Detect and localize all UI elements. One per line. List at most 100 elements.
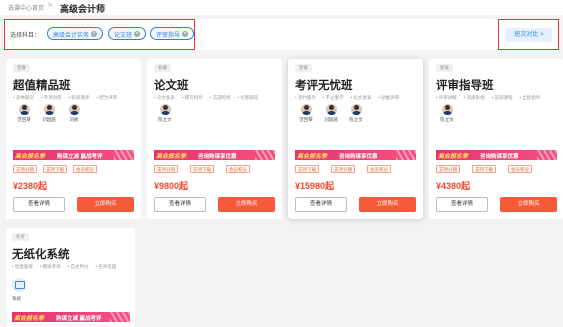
teacher[interactable]: 陈立文 bbox=[436, 104, 458, 123]
compare-button[interactable]: 班次对比 > bbox=[506, 28, 552, 42]
pill: 支持下载 bbox=[295, 165, 319, 173]
buy-now-button[interactable]: 立即购买 bbox=[77, 197, 134, 212]
course-card: 机考 无纸化系统 • 智能题库 • 模拟考场 • 自主判分 • 名师答疑 系统 高会报… bbox=[6, 228, 135, 327]
chip-label: 高级会计实务 bbox=[53, 33, 90, 39]
card-features: • 论文发表 • 撰写指导 • 沉浸检测 • 论重题选 bbox=[154, 95, 265, 101]
feature: • 评审讲解 bbox=[436, 95, 457, 100]
card-features: • 多种题次 • 专项训练 • 阶段测评 • 配为评审 bbox=[13, 95, 124, 101]
chip-thesis[interactable]: 论文班 × bbox=[108, 27, 147, 40]
feature: • 名师答疑 bbox=[95, 264, 117, 269]
monitor-icon bbox=[12, 278, 26, 292]
teacher-avatar bbox=[18, 104, 30, 115]
banner-title: 高会报名季 bbox=[297, 154, 328, 160]
view-details-button[interactable]: 查看详情 bbox=[13, 197, 65, 212]
chip-label: 论文班 bbox=[114, 33, 133, 39]
banner-decoration bbox=[396, 150, 416, 160]
teacher-name: 刘超越 bbox=[324, 117, 338, 122]
promo-banner[interactable]: 高会报名季 咨询购课享优惠 bbox=[436, 150, 557, 160]
buy-now-button[interactable]: 立即购买 bbox=[359, 197, 416, 212]
chip-advanced-accounting[interactable]: 高级会计实务 × bbox=[47, 27, 104, 40]
card-title[interactable]: 无纸化系统 bbox=[12, 246, 70, 262]
banner-decoration bbox=[114, 150, 134, 160]
teacher-avatar bbox=[350, 104, 362, 115]
feature: • 模拟考场 bbox=[39, 264, 61, 269]
card-title[interactable]: 评审指导班 bbox=[436, 77, 494, 93]
banner-decoration bbox=[110, 312, 130, 322]
card-tag: 套餐 bbox=[295, 64, 312, 72]
teacher[interactable]: 范回莘 bbox=[295, 104, 317, 123]
banner-title: 高会报名季 bbox=[14, 316, 45, 322]
view-details-button[interactable]: 查看详情 bbox=[436, 197, 488, 212]
close-icon[interactable]: × bbox=[182, 31, 189, 37]
teacher-avatar bbox=[441, 104, 453, 115]
filter-label: 选择科目： bbox=[10, 33, 41, 39]
feature: • 论重题选 bbox=[237, 95, 259, 100]
pill: 会员积分 bbox=[367, 165, 391, 173]
feature: • 论文发表 bbox=[154, 95, 175, 100]
teacher-avatar bbox=[159, 104, 171, 115]
feature: • 自主判分 bbox=[67, 264, 89, 269]
pill: 会员积分 bbox=[226, 165, 250, 173]
pill: 支持下载 bbox=[43, 165, 67, 173]
teacher[interactable]: 陈立文 bbox=[154, 104, 176, 123]
teacher[interactable]: 刘超越 bbox=[320, 104, 342, 123]
banner-text: 咨询购课享优惠 bbox=[339, 153, 378, 160]
pill: 支持分期 bbox=[436, 165, 460, 173]
teacher-name: 陈立文 bbox=[440, 117, 454, 122]
promo-banner[interactable]: 高会报名季 咨询购课享优惠 bbox=[295, 150, 416, 160]
card-title[interactable]: 考评无忧班 bbox=[295, 77, 353, 93]
promo-banner[interactable]: 高会报名季 购课立减 赢战考评 bbox=[12, 312, 130, 322]
teacher-name: 范回莘 bbox=[299, 117, 313, 122]
course-card: 套餐 论文班 • 论文发表 • 撰写指导 • 沉浸检测 • 论重题选 陈立文 高会报名… bbox=[147, 59, 282, 219]
card-price: ¥4380起 bbox=[436, 181, 471, 191]
banner-title: 高会报名季 bbox=[156, 154, 187, 160]
feature: • 全程指导 bbox=[519, 95, 541, 100]
teacher[interactable]: 范回莘 bbox=[13, 104, 35, 123]
course-card: 套餐 考评无忧班 • 签约服务 • 不过重学 • 论文发表 • 助推评审 范回莘 刘超… bbox=[288, 59, 423, 219]
banner-decoration bbox=[255, 150, 275, 160]
view-details-button[interactable]: 查看详情 bbox=[154, 197, 206, 212]
feature: • 不过重学 bbox=[322, 95, 344, 100]
filter-bar-spacer bbox=[196, 19, 498, 50]
promo-banner[interactable]: 高会报名季 咨询购课享优惠 bbox=[154, 150, 275, 160]
pill: 支持分期 bbox=[331, 165, 355, 173]
card-tag: 套餐 bbox=[436, 64, 453, 72]
teacher-avatar bbox=[325, 104, 337, 115]
card-price: ¥15980起 bbox=[295, 181, 335, 191]
compare-area: 班次对比 > bbox=[498, 19, 559, 50]
pill: 会员积分 bbox=[508, 165, 532, 173]
card-features: • 评审讲解 • 资质拆规 • 答辩课程 • 全程指导 bbox=[436, 95, 547, 101]
teacher-avatar bbox=[43, 104, 55, 115]
buy-now-button[interactable]: 立即购买 bbox=[218, 197, 275, 212]
card-features: • 签约服务 • 不过重学 • 论文发表 • 助推评审 bbox=[295, 95, 406, 101]
pill: 支持分期 bbox=[154, 165, 178, 173]
card-title[interactable]: 论文班 bbox=[154, 77, 189, 93]
card-tag: 套餐 bbox=[13, 64, 30, 72]
close-icon[interactable]: × bbox=[91, 31, 98, 37]
course-card: 套餐 超值精品班 • 多种题次 • 专项训练 • 阶段测评 • 配为评审 范回莘 刘超… bbox=[6, 59, 141, 219]
buy-now-button[interactable]: 立即购买 bbox=[500, 197, 557, 212]
breadcrumb-home[interactable]: 选课中心首页 bbox=[8, 3, 44, 12]
feature: • 签约服务 bbox=[295, 95, 316, 100]
view-details-button[interactable]: 查看详情 bbox=[295, 197, 347, 212]
feature: • 沉浸检测 bbox=[209, 95, 231, 100]
banner-text: 咨询购课享优惠 bbox=[480, 153, 519, 160]
card-title[interactable]: 超值精品班 bbox=[13, 77, 71, 93]
teacher[interactable]: 刘彬 bbox=[63, 104, 85, 123]
chip-review[interactable]: 评审指导 × bbox=[150, 27, 195, 40]
card-tag: 机考 bbox=[12, 233, 29, 241]
teacher-avatar bbox=[68, 104, 80, 115]
promo-banner[interactable]: 高会报名季 购课立减 赢战考评 bbox=[13, 150, 134, 160]
card-price: ¥2380起 bbox=[13, 181, 48, 191]
teacher-name: 范回莘 bbox=[17, 117, 31, 122]
teacher[interactable]: 陈立文 bbox=[345, 104, 367, 123]
subject-filter: 选择科目： 高级会计实务 × 论文班 × 评审指导 × bbox=[4, 19, 195, 50]
feature: • 多种题次 bbox=[13, 95, 34, 100]
pill: 支持下载 bbox=[190, 165, 214, 173]
teacher[interactable]: 刘超越 bbox=[38, 104, 60, 123]
feature: • 阶段测评 bbox=[68, 95, 90, 100]
pill: 支持下载 bbox=[472, 165, 496, 173]
feature: • 资质拆规 bbox=[463, 95, 485, 100]
close-icon[interactable]: × bbox=[134, 31, 141, 37]
top-bar: 选课中心首页 > 高级会计师 bbox=[0, 0, 563, 15]
